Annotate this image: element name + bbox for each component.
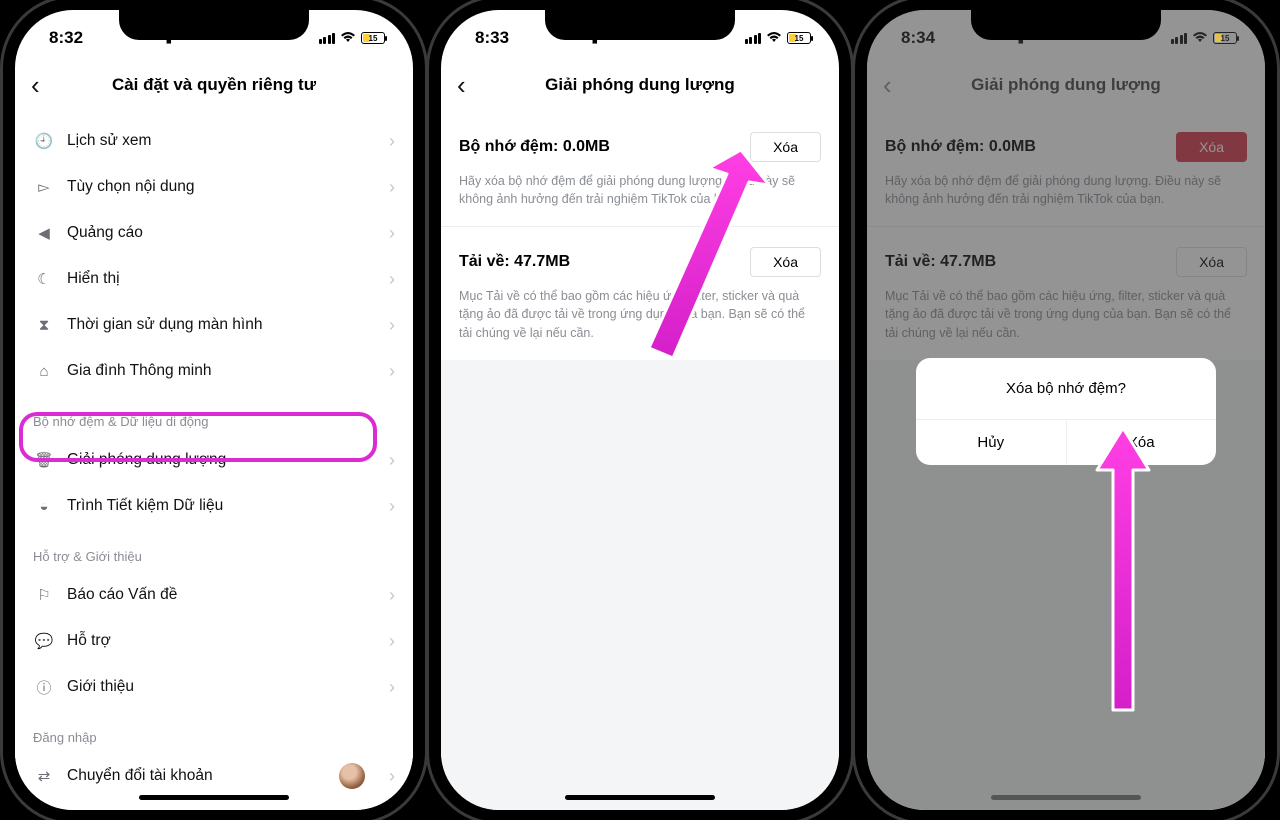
battery-icon: 15 [361, 32, 385, 44]
drop-icon: ◒ [33, 498, 55, 515]
row-content-prefs[interactable]: ▻Tùy chọn nội dung› [15, 164, 413, 210]
downloads-size-label: Tải về: 47.7MB [459, 253, 570, 271]
clear-cache-button[interactable]: Xóa [750, 132, 821, 162]
signal-icon [319, 33, 336, 44]
avatar [339, 763, 365, 789]
phone-2-free-space: 8:33 ▮ 15 ‹ Giải phóng dung lượng Bộ nhớ… [441, 10, 839, 810]
megaphone-icon: ◀ [33, 224, 55, 242]
signal-icon [745, 33, 762, 44]
settings-list[interactable]: 🕘Lịch sử xem› ▻Tùy chọn nội dung› ◀Quảng… [15, 112, 413, 810]
chat-icon: 💬 [33, 632, 55, 650]
notch [545, 10, 735, 40]
header: ‹ Cài đặt và quyền riêng tư [15, 58, 413, 112]
section-cache: Bộ nhớ đệm & Dữ liệu di động [15, 394, 413, 437]
battery-icon: 15 [787, 32, 811, 44]
row-switch-account[interactable]: ⇄Chuyển đổi tài khoản› [15, 753, 413, 799]
home-icon: ⌂ [33, 363, 55, 380]
row-display[interactable]: ☾Hiển thị› [15, 256, 413, 302]
modal-title: Xóa bộ nhớ đệm? [916, 358, 1216, 419]
header: ‹ Giải phóng dung lượng [441, 58, 839, 112]
home-indicator[interactable] [565, 795, 715, 800]
swap-icon: ⇄ [33, 767, 55, 785]
clock: 8:32 [49, 28, 83, 48]
wifi-icon [1192, 30, 1208, 46]
back-icon[interactable]: ‹ [31, 72, 40, 98]
clock-icon: 🕘 [33, 132, 55, 150]
clear-downloads-button[interactable]: Xóa [750, 247, 821, 277]
home-indicator[interactable] [991, 795, 1141, 800]
downloads-desc: Mục Tải về có thể bao gồm các hiệu ứng, … [459, 287, 821, 341]
cache-size-label: Bộ nhớ đệm: 0.0MB [459, 138, 610, 156]
row-ads[interactable]: ◀Quảng cáo› [15, 210, 413, 256]
cache-card: Bộ nhớ đệm: 0.0MB Xóa Hãy xóa bộ nhớ đệm… [441, 112, 839, 226]
battery-icon: 15 [1213, 32, 1237, 44]
row-about[interactable]: ⓘGiới thiệu› [15, 664, 413, 710]
section-login: Đăng nhập [15, 710, 413, 753]
modal-cancel-button[interactable]: Hủy [916, 420, 1066, 465]
row-screen-time[interactable]: ⧗Thời gian sử dụng màn hình› [15, 302, 413, 348]
free-space-screen: Bộ nhớ đệm: 0.0MB Xóa Hãy xóa bộ nhớ đệm… [441, 112, 839, 810]
row-family[interactable]: ⌂Gia đình Thông minh› [15, 348, 413, 394]
chevron-right-icon: › [389, 131, 395, 152]
page-title: Giải phóng dung lượng [545, 75, 735, 95]
row-support[interactable]: 💬Hỗ trợ› [15, 618, 413, 664]
downloads-card: Tải về: 47.7MB Xóa Mục Tải về có thể bao… [441, 226, 839, 359]
row-data-saver[interactable]: ◒Trình Tiết kiệm Dữ liệu› [15, 483, 413, 529]
home-indicator[interactable] [139, 795, 289, 800]
row-free-up-space[interactable]: 🗑Giải phóng dung lượng› [15, 437, 413, 483]
phone-1-settings: 8:32 ▮ 15 ‹ Cài đặt và quyền riêng tư 🕘L… [15, 10, 413, 810]
notch [119, 10, 309, 40]
hourglass-icon: ⧗ [33, 317, 55, 334]
info-icon: ⓘ [33, 677, 55, 698]
video-icon: ▻ [33, 178, 55, 196]
notch [971, 10, 1161, 40]
clock: 8:34 [901, 28, 935, 48]
confirm-modal: Xóa bộ nhớ đệm? Hủy Xóa [916, 358, 1216, 465]
phone-3-confirm: 8:34 ▮ 15 ‹ Giải phóng dung lượng Bộ nhớ… [867, 10, 1265, 810]
row-watch-history[interactable]: 🕘Lịch sử xem› [15, 118, 413, 164]
wifi-icon [340, 30, 356, 46]
signal-icon [1171, 33, 1188, 44]
cache-desc: Hãy xóa bộ nhớ đệm để giải phóng dung lư… [459, 172, 821, 208]
moon-icon: ☾ [33, 270, 55, 288]
page-title: Cài đặt và quyền riêng tư [112, 75, 316, 95]
clock: 8:33 [475, 28, 509, 48]
section-help: Hỗ trợ & Giới thiệu [15, 529, 413, 572]
row-report[interactable]: ⚐Báo cáo Vấn đề› [15, 572, 413, 618]
wifi-icon [766, 30, 782, 46]
modal-confirm-button[interactable]: Xóa [1066, 420, 1217, 465]
back-icon[interactable]: ‹ [457, 72, 466, 98]
trash-icon: 🗑 [33, 451, 55, 469]
flag-icon: ⚐ [33, 586, 55, 604]
